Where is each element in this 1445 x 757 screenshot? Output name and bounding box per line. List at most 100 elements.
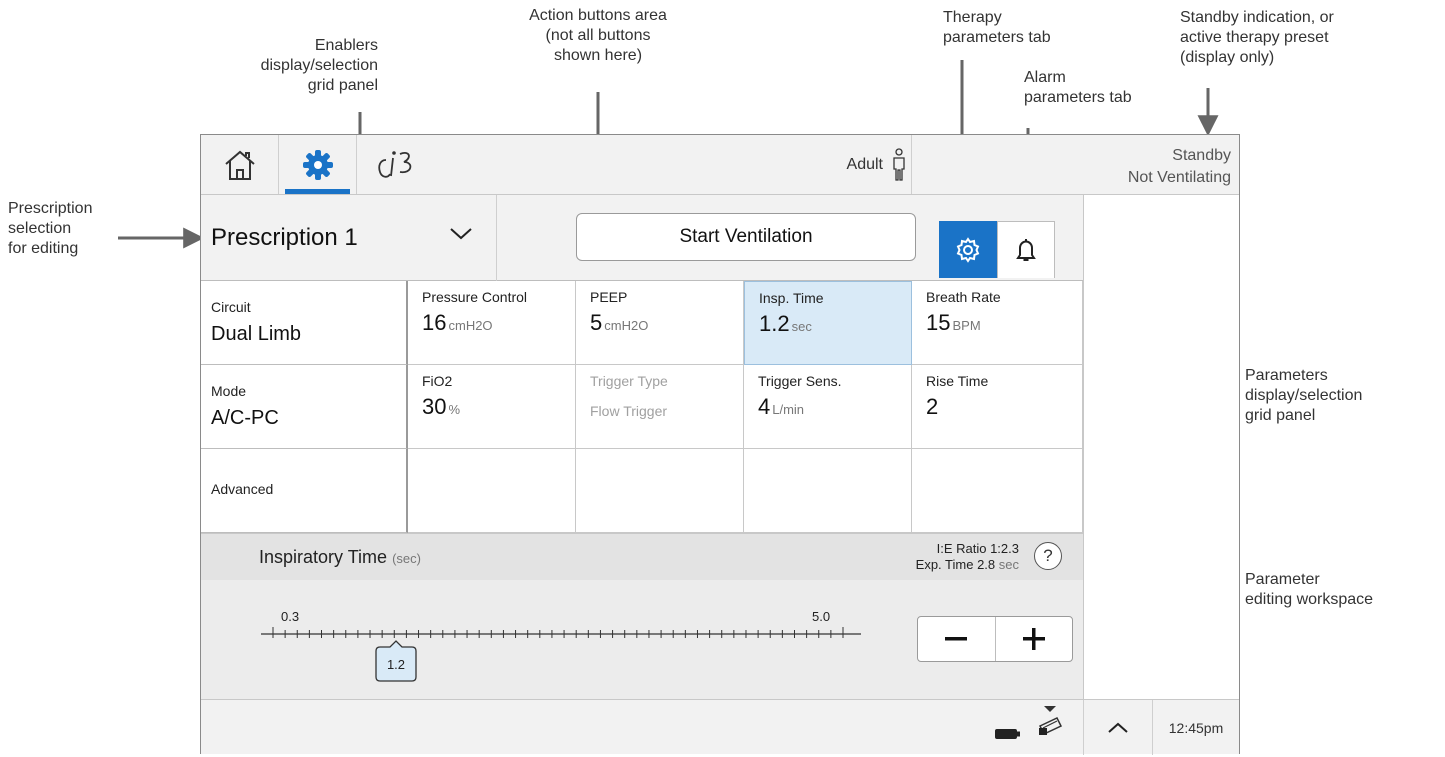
param-breath-rate[interactable]: Breath Rate 15 BPM — [912, 281, 1083, 365]
status-line-2: Not Ventilating — [1127, 169, 1231, 186]
slider-thumb-value: 1.2 — [386, 657, 406, 672]
prescription-row: Prescription 1 Start Ventilation — [201, 195, 1083, 281]
param-number: 4 — [758, 394, 771, 419]
param-value: 4 L/min — [758, 394, 911, 420]
help-button[interactable]: ? — [1034, 542, 1062, 570]
param-unit: % — [448, 402, 461, 417]
enabler-advanced[interactable]: Advanced — [201, 449, 408, 533]
settings-gear-icon — [302, 149, 333, 180]
nav-home-button[interactable] — [201, 135, 279, 194]
bell-icon — [1016, 239, 1036, 261]
param-empty — [744, 449, 912, 533]
callout-line: for editing — [8, 240, 79, 257]
top-bar: Adult Standby Not Ventilating — [201, 135, 1239, 195]
enabler-circuit[interactable]: Circuit Dual Limb — [201, 281, 408, 365]
minus-icon — [945, 637, 968, 641]
callout-standby: Standby indication, or active therapy pr… — [1180, 8, 1334, 68]
param-peep[interactable]: PEEP 5 cmH2O — [576, 281, 744, 365]
param-value: 1.2 sec — [759, 311, 911, 337]
param-rise-time[interactable]: Rise Time 2 — [912, 365, 1083, 449]
param-value: 16 cmH2O — [422, 310, 575, 336]
param-unit: sec — [791, 319, 812, 334]
parameter-editing-workspace: Inspiratory Time (sec) I:E Ratio 1:2.3 E… — [201, 533, 1083, 699]
param-label: Trigger Type — [590, 373, 668, 389]
slider-track[interactable] — [261, 624, 861, 644]
param-label: Rise Time — [926, 373, 989, 389]
param-unit: BPM — [952, 318, 981, 333]
callout-line: Action buttons area — [529, 7, 667, 24]
param-number: 15 — [926, 310, 951, 335]
prescription-selector[interactable]: Prescription 1 — [201, 195, 497, 281]
callout-line: shown here) — [553, 47, 643, 64]
callout-line: parameters tab — [1024, 89, 1132, 106]
increment-button[interactable] — [996, 617, 1073, 661]
expand-button[interactable] — [1083, 700, 1153, 755]
standby-status: Standby Not Ventilating — [911, 135, 1239, 194]
battery-icon — [995, 729, 1020, 739]
param-number: 16 — [422, 310, 447, 335]
param-empty — [576, 449, 744, 533]
param-unit: cmH2O — [448, 318, 493, 333]
chevron-up-icon — [1108, 722, 1128, 733]
param-trigger-sens[interactable]: Trigger Sens. 4 L/min — [744, 365, 912, 449]
callout-line: Parameters — [1245, 367, 1328, 384]
exp-time-value: Exp. Time 2.8 — [915, 557, 996, 572]
callout-line: selection — [8, 220, 72, 237]
param-pressure-control[interactable]: Pressure Control 16 cmH2O — [408, 281, 576, 365]
workspace-title-unit: (sec) — [392, 551, 421, 566]
enablers-panel: Circuit Dual Limb Mode A/C-PC Advanced — [201, 281, 408, 533]
right-panel — [1083, 195, 1239, 699]
param-number: 1.2 — [759, 311, 790, 336]
workspace-title-text: Inspiratory Time — [259, 547, 388, 567]
param-value: Flow Trigger — [590, 403, 668, 419]
enabler-label: Advanced — [211, 481, 274, 497]
callout-line: editing workspace — [1245, 591, 1374, 608]
callout-line: display/selection — [1245, 387, 1363, 404]
callout-params-grid: Parameters display/selection grid panel — [1245, 366, 1362, 426]
start-ventilation-button[interactable]: Start Ventilation — [576, 213, 916, 261]
value-stepper — [917, 616, 1073, 662]
enabler-label: Mode — [211, 383, 247, 399]
param-unit: L/min — [772, 402, 805, 417]
param-label: Pressure Control — [422, 289, 528, 305]
param-fio2[interactable]: FiO2 30% — [408, 365, 576, 449]
slider-max-label: 5.0 — [812, 609, 831, 624]
callout-actions: Action buttons area (not all buttons sho… — [498, 6, 698, 66]
tab-therapy-parameters[interactable] — [939, 221, 997, 278]
exp-time-unit: sec — [998, 557, 1019, 572]
callout-line: (not all buttons — [545, 27, 651, 44]
param-number: 2 — [926, 394, 939, 419]
param-label: Trigger Sens. — [758, 373, 842, 389]
param-value: 30% — [422, 394, 575, 420]
param-empty — [912, 449, 1083, 533]
ie-ratio: I:E Ratio 1:2.3 — [936, 541, 1019, 556]
callout-workspace: Parameter editing workspace — [1245, 570, 1373, 610]
callout-alarm-tab: Alarm parameters tab — [1024, 68, 1132, 108]
enabler-value: A/C-PC — [211, 407, 279, 429]
param-insp-time[interactable]: Insp. Time 1.2 sec — [744, 281, 912, 365]
clock-time: 12:45pm — [1168, 719, 1224, 736]
help-icon: ? — [1043, 546, 1053, 565]
tab-alarm-parameters[interactable] — [997, 221, 1055, 278]
param-label: PEEP — [590, 289, 628, 305]
gear-icon — [956, 236, 980, 263]
patient-type: Adult — [801, 135, 913, 194]
param-number: 30 — [422, 394, 447, 419]
enabler-value: Dual Limb — [211, 323, 302, 345]
callout-line: Standby indication, or — [1180, 9, 1334, 26]
callout-prescription: Prescription selection for editing — [8, 199, 92, 259]
nav-settings-button[interactable] — [279, 135, 357, 194]
param-unit: cmH2O — [604, 318, 649, 333]
decrement-button[interactable] — [918, 617, 996, 661]
plus-icon — [1022, 628, 1045, 650]
enabler-mode[interactable]: Mode A/C-PC — [201, 365, 408, 449]
callout-line: (display only) — [1180, 49, 1275, 66]
tools-icon — [378, 150, 412, 178]
nav-tools-button[interactable] — [357, 135, 435, 194]
enabler-label: Circuit — [211, 299, 251, 315]
callout-line: Therapy — [943, 9, 1002, 26]
ie-info: I:E Ratio 1:2.3 Exp. Time 2.8 sec — [916, 541, 1019, 573]
param-number: 5 — [590, 310, 603, 335]
slider-thumb[interactable]: 1.2 — [372, 637, 420, 683]
clock: 12:45pm — [1153, 700, 1239, 755]
